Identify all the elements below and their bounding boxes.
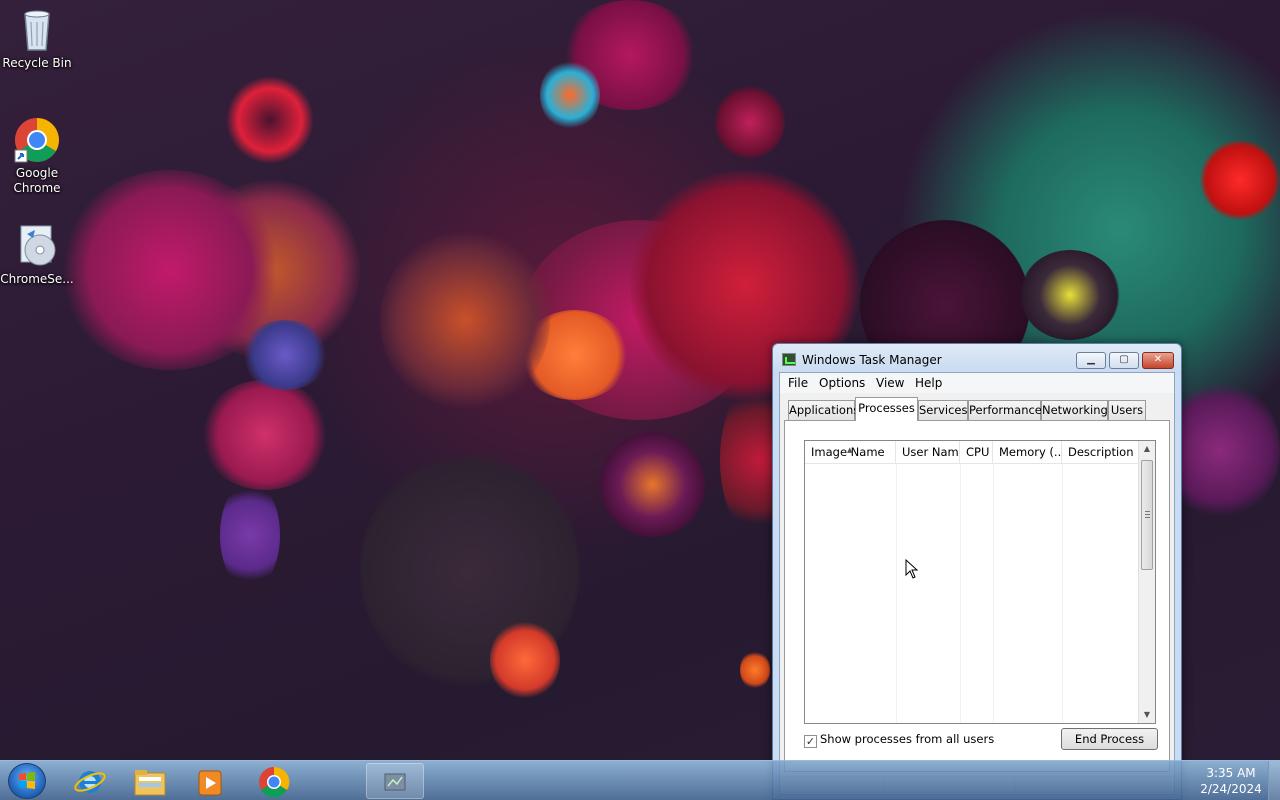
processes-panel: ▲ Image Name User Name CPU Memory (... D…: [784, 420, 1170, 772]
end-process-button[interactable]: End Process: [1061, 728, 1158, 750]
windows-logo-icon: [19, 772, 35, 789]
column-header-user-name[interactable]: User Name: [896, 441, 960, 464]
tab-services[interactable]: Services: [918, 400, 968, 420]
column-header-memory[interactable]: Memory (...: [993, 441, 1062, 464]
column-divider: [960, 464, 961, 723]
column-label: CPU: [966, 445, 990, 459]
google-chrome-icon: [259, 766, 290, 798]
windows-explorer-icon: [134, 770, 166, 796]
clock-date: 2/24/2024: [1200, 782, 1262, 796]
desktop-icon-google-chrome[interactable]: Google Chrome: [0, 116, 74, 196]
taskbar: 3:35 AM 2/24/2024: [0, 760, 1280, 800]
menu-view[interactable]: View: [876, 376, 904, 390]
column-label: Memory (...: [999, 445, 1062, 459]
start-button[interactable]: [8, 763, 46, 799]
setup-disc-icon: [13, 222, 61, 270]
task-manager-window: Windows Task Manager ▁ ▢ ✕ File Options …: [772, 343, 1182, 800]
internet-explorer-icon: [74, 771, 106, 793]
media-player-icon: [198, 770, 222, 796]
tab-users[interactable]: Users: [1108, 400, 1146, 420]
task-manager-icon: [782, 353, 796, 366]
taskbar-internet-explorer[interactable]: [62, 763, 118, 799]
recycle-bin-icon: [13, 6, 61, 54]
show-desktop-button[interactable]: [1268, 761, 1280, 800]
tab-applications[interactable]: Applications: [788, 400, 859, 420]
checkbox-label: Show processes from all users: [820, 732, 995, 746]
sort-ascending-icon: ▲: [847, 446, 853, 454]
taskbar-media-player[interactable]: [182, 763, 238, 799]
google-chrome-icon: [13, 116, 61, 164]
tab-processes[interactable]: Processes: [855, 397, 918, 421]
column-header-cpu[interactable]: CPU: [960, 441, 993, 464]
mouse-cursor-icon: [905, 559, 919, 579]
desktop-icon-label: Recycle Bin: [2, 56, 72, 70]
system-clock[interactable]: 3:35 AM 2/24/2024: [1196, 765, 1266, 797]
checkbox-checked-icon[interactable]: ✓: [804, 735, 817, 748]
tab-performance[interactable]: Performance: [968, 400, 1042, 420]
maximize-button[interactable]: ▢: [1109, 352, 1139, 369]
scrollbar-grip-icon: [1145, 511, 1150, 518]
minimize-button[interactable]: ▁: [1076, 352, 1106, 369]
desktop-icon-label: Google Chrome: [13, 166, 61, 195]
task-manager-icon: [384, 773, 406, 791]
taskbar-task-manager[interactable]: [366, 763, 424, 799]
window-client-area: File Options View Help Applications Proc…: [779, 372, 1175, 795]
close-button[interactable]: ✕: [1142, 352, 1174, 369]
process-list[interactable]: ▲ Image Name User Name CPU Memory (... D…: [804, 440, 1156, 724]
column-label: User Name: [902, 445, 960, 459]
scroll-up-arrow-icon[interactable]: ▲: [1139, 441, 1155, 457]
column-header-description[interactable]: Description: [1062, 441, 1138, 464]
vertical-scrollbar[interactable]: ▲ ▼: [1138, 441, 1155, 723]
column-header-image-name[interactable]: ▲ Image Name: [805, 441, 896, 464]
menu-bar: File Options View Help: [780, 373, 1174, 393]
window-title: Windows Task Manager: [802, 353, 942, 367]
tab-networking[interactable]: Networking: [1041, 400, 1108, 420]
menu-options[interactable]: Options: [819, 376, 865, 390]
title-bar[interactable]: Windows Task Manager ▁ ▢ ✕: [773, 344, 1181, 374]
desktop-icon-recycle-bin[interactable]: Recycle Bin: [0, 6, 74, 71]
taskbar-windows-explorer[interactable]: [122, 763, 178, 799]
column-divider: [993, 464, 994, 723]
clock-time: 3:35 AM: [1206, 766, 1256, 780]
scroll-down-arrow-icon[interactable]: ▼: [1139, 707, 1155, 723]
menu-file[interactable]: File: [788, 376, 808, 390]
desktop-icon-chrome-setup[interactable]: ChromeSe...: [0, 222, 74, 287]
column-divider: [1062, 464, 1063, 723]
scrollbar-thumb[interactable]: [1141, 460, 1153, 570]
show-all-processes-checkbox[interactable]: ✓ Show processes from all users: [804, 732, 994, 748]
taskbar-google-chrome[interactable]: [246, 763, 302, 799]
column-divider: [896, 464, 897, 723]
process-list-header: ▲ Image Name User Name CPU Memory (... D…: [805, 441, 1138, 464]
desktop-icon-label: ChromeSe...: [0, 272, 74, 286]
menu-help[interactable]: Help: [915, 376, 942, 390]
column-label: Description: [1068, 445, 1134, 459]
